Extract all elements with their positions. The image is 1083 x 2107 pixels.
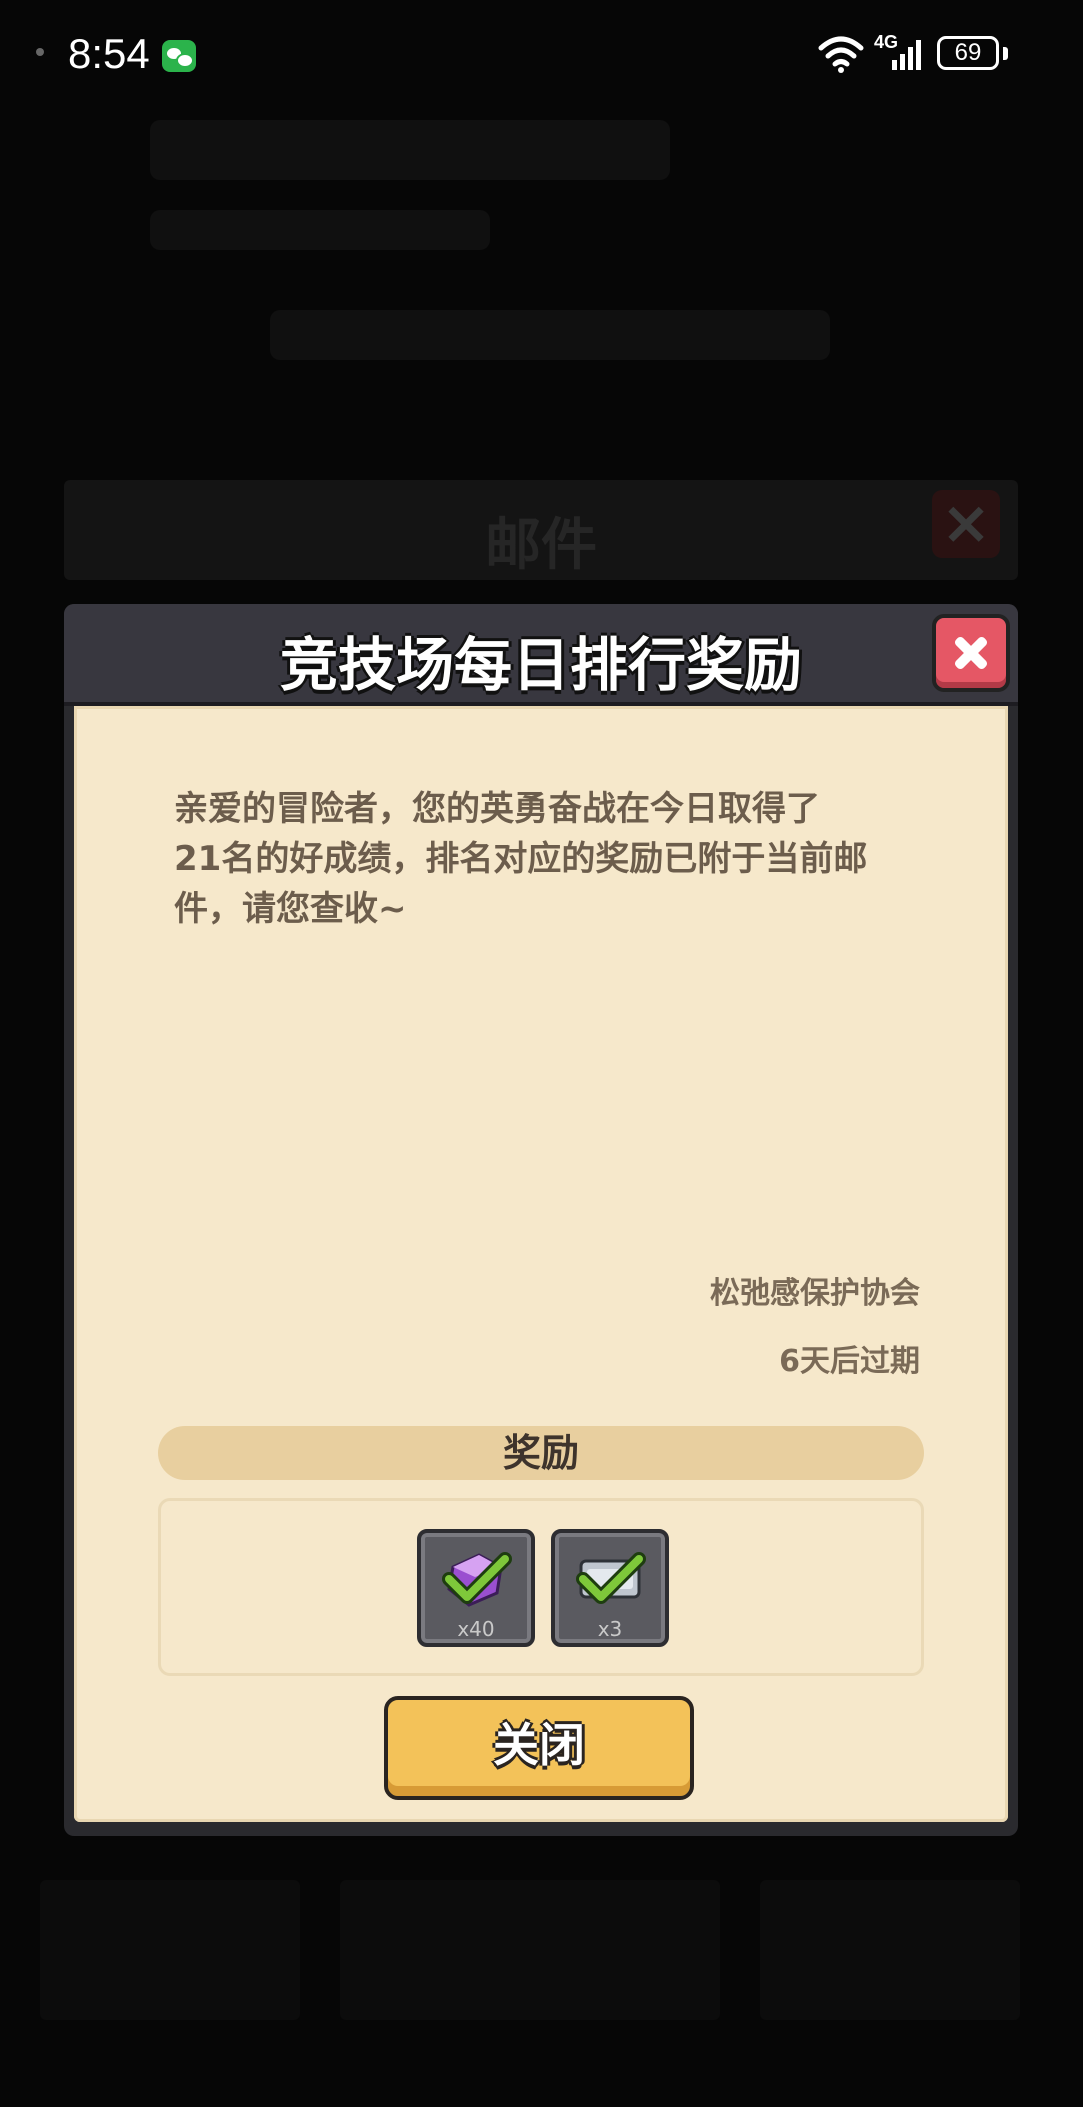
- rewards-header: 奖励: [158, 1426, 924, 1480]
- mail-sender: 松弛感保护协会: [710, 1276, 920, 1311]
- message-line: 亲爱的冒险者，您的英勇奋战在今日取得了: [174, 789, 820, 829]
- reward-mail-dialog: 竞技场每日排行奖励 亲爱的冒险者，您的英勇奋战在今日取得了 21名的好成绩，排名…: [64, 604, 1018, 1836]
- reward-count: x40: [457, 1617, 495, 1641]
- reward-item[interactable]: x3: [551, 1529, 669, 1647]
- mail-close-icon: ×: [932, 490, 1000, 558]
- dialog-header: 竞技场每日排行奖励: [64, 604, 1018, 706]
- mail-title: 邮件: [485, 513, 597, 578]
- close-button[interactable]: 关闭: [384, 1696, 694, 1800]
- background-bottom: [40, 1880, 1040, 2040]
- wechat-icon: [162, 40, 196, 72]
- dialog-title: 竞技场每日排行奖励: [279, 631, 802, 699]
- mail-body: 亲爱的冒险者，您的英勇奋战在今日取得了 21名的好成绩，排名对应的奖励已附于当前…: [74, 706, 1008, 1822]
- mail-panel-header: 邮件 ×: [64, 480, 1018, 580]
- message-line: 21名的好成绩，排名对应的奖励已附于当前邮: [174, 839, 868, 879]
- battery-nub: [1003, 47, 1008, 60]
- message-line: 件，请您查收~: [174, 889, 407, 929]
- background-content: [150, 120, 850, 420]
- reward-item[interactable]: x40: [417, 1529, 535, 1647]
- silver-ticket-icon: [576, 1552, 646, 1604]
- mail-expiry: 6天后过期: [779, 1344, 920, 1379]
- status-time: 8:54: [68, 30, 150, 77]
- notification-dot: [36, 48, 44, 56]
- battery-indicator: 69: [937, 36, 999, 70]
- status-bar: 8:54 4G 69: [0, 0, 1083, 110]
- mail-message: 亲爱的冒险者，您的英勇奋战在今日取得了 21名的好成绩，排名对应的奖励已附于当前…: [174, 784, 914, 934]
- reward-count: x3: [597, 1617, 623, 1641]
- wifi-icon: [818, 36, 864, 73]
- close-icon[interactable]: [932, 614, 1010, 692]
- signal-icon: [892, 40, 921, 70]
- purple-gem-icon: [442, 1552, 512, 1607]
- rewards-container: x40 x3: [158, 1498, 924, 1676]
